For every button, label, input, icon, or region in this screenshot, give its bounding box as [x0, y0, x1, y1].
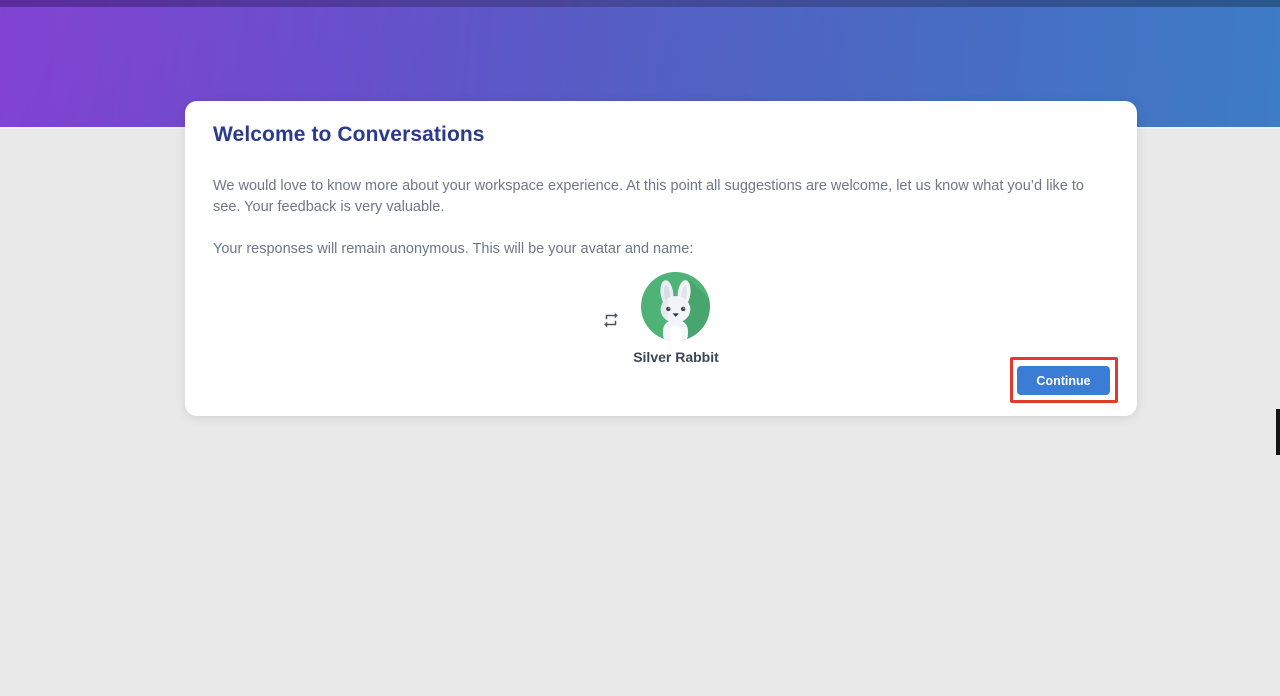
dialog-title: Welcome to Conversations — [213, 123, 485, 146]
anonymous-paragraph: Your responses will remain anonymous. Th… — [213, 241, 694, 257]
avatar — [641, 272, 710, 341]
avatar-name: Silver Rabbit — [633, 349, 719, 365]
intro-paragraph: We would love to know more about your wo… — [213, 178, 1084, 215]
refresh-icon — [602, 311, 623, 329]
scrollbar-artifact — [1276, 409, 1280, 455]
rabbit-avatar-icon — [641, 272, 710, 345]
banner-top-strip — [0, 0, 1280, 7]
welcome-dialog: Welcome to Conversations We would love t… — [185, 101, 1137, 416]
continue-button[interactable]: Continue — [1017, 366, 1110, 395]
regenerate-avatar-button[interactable] — [602, 309, 623, 330]
page: Welcome to Conversations We would love t… — [0, 0, 1280, 696]
